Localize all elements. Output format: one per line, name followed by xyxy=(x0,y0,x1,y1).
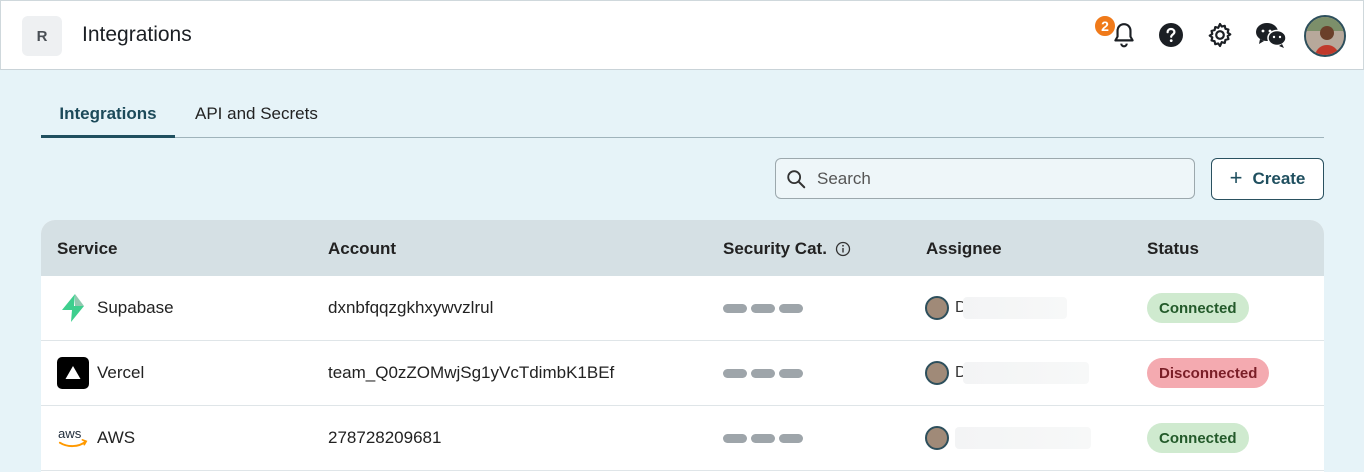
table-header: Service Account Security Cat. Assignee S… xyxy=(41,220,1324,276)
search-box[interactable] xyxy=(775,158,1195,199)
svg-text:aws: aws xyxy=(58,426,82,441)
tab-api-and-secrets[interactable]: API and Secrets xyxy=(195,98,318,138)
vercel-icon xyxy=(57,357,89,389)
service-name: Supabase xyxy=(97,298,174,317)
service-name: AWS xyxy=(97,428,136,447)
assignee-avatar xyxy=(925,361,949,385)
status-cell: Disconnected xyxy=(1147,341,1270,405)
gear-icon[interactable] xyxy=(1204,19,1236,51)
workspace-logo[interactable]: R xyxy=(22,16,62,56)
security-category-indicator xyxy=(723,406,803,470)
info-icon[interactable] xyxy=(835,241,851,257)
status-cell: Connected xyxy=(1147,276,1249,340)
tab-integrations[interactable]: Integrations xyxy=(41,98,175,138)
table-row[interactable]: aws AWS 278728209681 Connected xyxy=(41,406,1324,471)
page-title: Integrations xyxy=(82,23,192,46)
assignee-avatar xyxy=(925,296,949,320)
search-input[interactable] xyxy=(817,168,1177,189)
search-icon xyxy=(787,169,806,188)
security-category-indicator xyxy=(723,276,803,340)
supabase-icon xyxy=(57,292,89,324)
help-icon[interactable] xyxy=(1155,19,1187,51)
assignee-avatar xyxy=(925,426,949,450)
security-category-indicator xyxy=(723,341,803,405)
chat-icon[interactable] xyxy=(1255,19,1287,51)
plus-icon: + xyxy=(1229,165,1243,190)
create-button[interactable]: + Create xyxy=(1211,158,1324,200)
column-header-service[interactable]: Service xyxy=(57,239,118,259)
status-badge: Connected xyxy=(1147,423,1249,453)
tab-bar: Integrations API and Secrets xyxy=(41,98,1324,138)
service-name: Vercel xyxy=(97,363,145,382)
service-cell: Vercel xyxy=(57,341,144,405)
assignee-cell: D xyxy=(925,341,1089,405)
assignee-cell: D xyxy=(925,276,1067,340)
column-header-assignee[interactable]: Assignee xyxy=(926,239,1002,259)
column-header-security-cat[interactable]: Security Cat. xyxy=(723,239,851,259)
redacted-name xyxy=(963,362,1089,384)
status-badge: Connected xyxy=(1147,293,1249,323)
redacted-name xyxy=(955,427,1091,449)
column-header-status[interactable]: Status xyxy=(1147,239,1199,259)
service-cell: aws AWS xyxy=(57,406,135,470)
redacted-name xyxy=(963,297,1067,319)
account-cell: dxnbfqqzgkhxywvzlrul xyxy=(328,298,494,317)
service-cell: Supabase xyxy=(57,276,174,340)
integrations-table: Service Account Security Cat. Assignee S… xyxy=(41,220,1324,472)
assignee-cell xyxy=(925,406,1091,470)
aws-icon: aws xyxy=(57,422,89,454)
status-badge: Disconnected xyxy=(1147,358,1270,388)
status-cell: Connected xyxy=(1147,406,1249,470)
top-bar: R Integrations 2 xyxy=(0,0,1364,70)
table-row[interactable]: Supabase dxnbfqqzgkhxywvzlrul D Connecte… xyxy=(41,276,1324,341)
account-cell: team_Q0zZOMwjSg1yVcTdimbK1BEf xyxy=(328,363,615,382)
assignee-name: D xyxy=(955,364,963,381)
create-button-label: Create xyxy=(1252,169,1306,188)
table-row[interactable]: Vercel team_Q0zZOMwjSg1yVcTdimbK1BEf D D… xyxy=(41,341,1324,406)
column-header-account[interactable]: Account xyxy=(328,239,396,259)
user-avatar[interactable] xyxy=(1304,15,1346,57)
assignee-name: D xyxy=(955,299,963,316)
notification-count-badge: 2 xyxy=(1093,14,1117,38)
account-cell: 278728209681 xyxy=(328,428,442,447)
